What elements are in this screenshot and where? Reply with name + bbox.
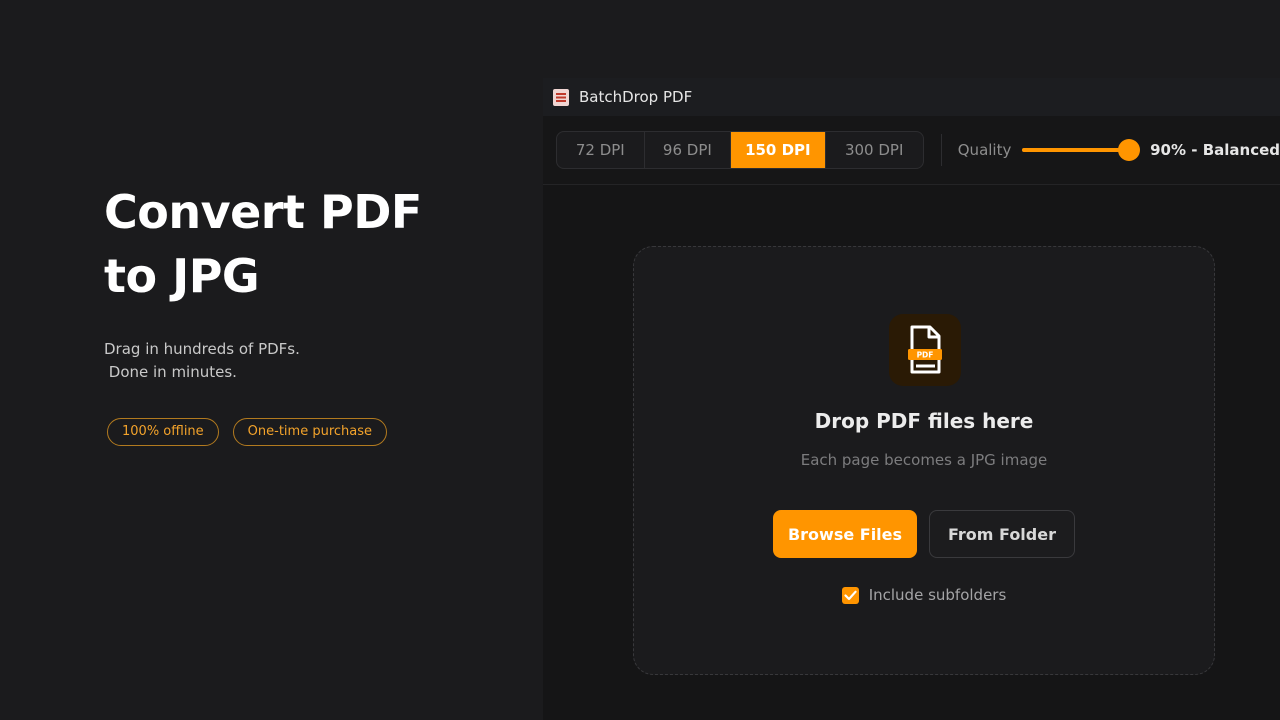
- dpi-option-96[interactable]: 96 DPI: [645, 132, 732, 168]
- drop-zone-title: Drop PDF files here: [814, 409, 1034, 433]
- hero-title: Convert PDF to JPG: [104, 180, 524, 308]
- quality-slider-fill: [1022, 148, 1130, 152]
- browse-files-button[interactable]: Browse Files: [773, 510, 917, 558]
- pdf-icon-label: PDF: [917, 351, 934, 360]
- hero-subtitle-line1: Drag in hundreds of PDFs.: [104, 340, 300, 358]
- quality-slider-thumb[interactable]: [1118, 139, 1141, 161]
- hero-title-line2: to JPG: [104, 249, 260, 303]
- include-subfolders-label: Include subfolders: [868, 586, 1007, 604]
- drop-zone-actions: Browse Files From Folder: [634, 510, 1214, 558]
- dpi-option-72[interactable]: 72 DPI: [557, 132, 645, 168]
- include-subfolders-option[interactable]: Include subfolders: [634, 586, 1214, 604]
- pdf-document-icon: [553, 88, 569, 106]
- hero-subtitle: Drag in hundreds of PDFs. Done in minute…: [104, 338, 464, 384]
- feature-badges: 100% offline One-time purchase: [107, 418, 388, 446]
- dpi-selector: 72 DPI 96 DPI 150 DPI 300 DPI: [556, 131, 924, 169]
- pdf-file-icon: PDF: [889, 314, 961, 386]
- quality-label: Quality: [957, 141, 1012, 159]
- dpi-option-150[interactable]: 150 DPI: [731, 132, 826, 168]
- quality-slider[interactable]: [1022, 139, 1141, 161]
- drop-zone-subtitle: Each page becomes a JPG image: [800, 451, 1048, 469]
- app-window: BatchDrop PDF 72 DPI 96 DPI 150 DPI 300 …: [543, 78, 1280, 720]
- from-folder-button[interactable]: From Folder: [929, 510, 1075, 558]
- toolbar-divider: [940, 134, 942, 166]
- badge-offline: 100% offline: [107, 418, 219, 446]
- pdf-file-icon-graphic: PDF: [908, 325, 942, 374]
- badge-one-time-purchase: One-time purchase: [232, 418, 388, 446]
- checkmark-icon: [844, 590, 857, 600]
- hero-subtitle-line2: Done in minutes.: [104, 363, 237, 381]
- toolbar: 72 DPI 96 DPI 150 DPI 300 DPI Quality 90…: [543, 116, 1280, 185]
- app-title: BatchDrop PDF: [579, 88, 693, 106]
- hero-title-line1: Convert PDF: [104, 185, 422, 239]
- title-bar: BatchDrop PDF: [543, 78, 1280, 116]
- include-subfolders-checkbox[interactable]: [841, 586, 859, 604]
- dpi-option-300[interactable]: 300 DPI: [826, 132, 923, 168]
- quality-value: 90% - Balanced: [1150, 141, 1280, 159]
- drop-zone[interactable]: PDF Drop PDF files here Each page become…: [633, 246, 1215, 675]
